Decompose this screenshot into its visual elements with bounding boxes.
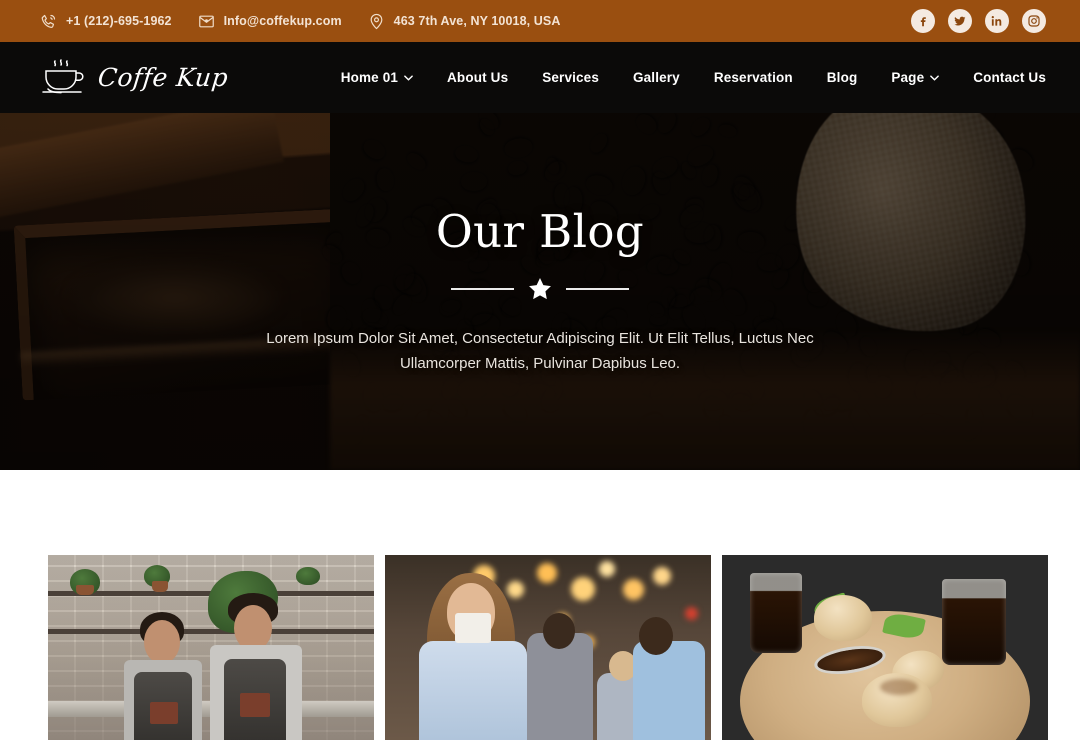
head bbox=[543, 613, 575, 649]
nav-label: Gallery bbox=[632, 70, 680, 85]
blog-card-image-baristas bbox=[48, 555, 374, 740]
bokeh-light bbox=[507, 581, 524, 598]
nav-label: Page bbox=[891, 70, 925, 85]
title-divider bbox=[451, 276, 629, 302]
blog-card-grid bbox=[0, 555, 1080, 740]
address-text: 463 7th Ave, NY 10018, USA bbox=[393, 14, 561, 28]
nav-item-blog[interactable]: Blog bbox=[810, 70, 875, 85]
nav-item-gallery[interactable]: Gallery bbox=[616, 70, 697, 85]
nav-label: About Us bbox=[447, 70, 509, 85]
blog-card[interactable] bbox=[722, 555, 1048, 740]
social-links-group bbox=[911, 9, 1046, 33]
star-icon bbox=[529, 277, 551, 300]
topbar-address[interactable]: 463 7th Ave, NY 10018, USA bbox=[368, 13, 561, 30]
plant-pot bbox=[76, 585, 94, 595]
nav-item-about-us[interactable]: About Us bbox=[430, 70, 525, 85]
twitter-icon[interactable] bbox=[948, 9, 972, 33]
phone-icon bbox=[40, 13, 57, 30]
topbar-contact-group: +1 (212)-695-1962 Info@coffekup.com 463 … bbox=[40, 13, 560, 30]
linkedin-icon[interactable] bbox=[985, 9, 1009, 33]
bokeh-light bbox=[623, 579, 644, 600]
map-pin-icon bbox=[368, 13, 385, 30]
divider-line-left bbox=[451, 288, 514, 290]
pastry-top bbox=[814, 595, 872, 641]
bokeh-light bbox=[571, 577, 595, 601]
nav-item-reservation[interactable]: Reservation bbox=[697, 70, 810, 85]
blog-card-image-woman-coffee bbox=[385, 555, 711, 740]
nav-label: Blog bbox=[826, 70, 858, 85]
hero-content: Our Blog Lorem Ipsum Dolor Sit Amet, Con… bbox=[0, 113, 1080, 470]
nav-label: Contact Us bbox=[973, 70, 1046, 85]
chevron-down-icon bbox=[930, 74, 940, 81]
divider-line-right bbox=[566, 288, 629, 290]
espresso-glass-left bbox=[750, 573, 802, 653]
chevron-down-icon bbox=[404, 74, 413, 81]
bokeh-light bbox=[599, 561, 615, 577]
nav-label: Home 01 bbox=[340, 70, 399, 85]
barista-right bbox=[198, 593, 318, 740]
coffee-cup bbox=[455, 613, 491, 643]
man-background-left bbox=[527, 633, 593, 740]
coffee-cup-icon bbox=[40, 58, 87, 98]
blog-card[interactable] bbox=[48, 555, 374, 740]
phone-number-text: +1 (212)-695-1962 bbox=[66, 14, 172, 28]
man-background-right bbox=[633, 641, 705, 740]
cocoa-dust bbox=[880, 679, 918, 695]
hero-subtitle: Lorem Ipsum Dolor Sit Amet, Consectetur … bbox=[266, 330, 814, 372]
bokeh-light bbox=[537, 563, 557, 583]
nav-label: Reservation bbox=[713, 70, 793, 85]
nav-label: Services bbox=[542, 70, 599, 85]
plant bbox=[296, 567, 320, 585]
top-contact-bar: +1 (212)-695-1962 Info@coffekup.com 463 … bbox=[0, 0, 1080, 42]
bokeh-light bbox=[685, 607, 698, 620]
nav-item-contact-us[interactable]: Contact Us bbox=[956, 70, 1046, 85]
plant-pot bbox=[152, 581, 168, 592]
main-navigation-bar: Coffe Kup Home 01 About Us Services Gall… bbox=[0, 42, 1080, 113]
apron-pocket bbox=[150, 702, 178, 724]
facebook-icon[interactable] bbox=[911, 9, 935, 33]
nav-menu: Home 01 About Us Services Gallery Reserv… bbox=[324, 70, 1046, 85]
envelope-icon bbox=[198, 13, 215, 30]
topbar-email[interactable]: Info@coffekup.com bbox=[198, 13, 342, 30]
page-title: Our Blog bbox=[435, 205, 645, 258]
espresso-glass-right bbox=[942, 579, 1006, 665]
site-logo[interactable]: Coffe Kup bbox=[40, 58, 230, 98]
bokeh-light bbox=[653, 567, 671, 585]
apron-pocket bbox=[240, 693, 270, 717]
blog-card[interactable] bbox=[385, 555, 711, 740]
blog-card-image-espresso-pastries bbox=[722, 555, 1048, 740]
logo-text: Coffe Kup bbox=[96, 63, 230, 92]
woman-shirt bbox=[419, 641, 527, 740]
instagram-icon[interactable] bbox=[1022, 9, 1046, 33]
hero-banner: Our Blog Lorem Ipsum Dolor Sit Amet, Con… bbox=[0, 113, 1080, 470]
nav-item-services[interactable]: Services bbox=[525, 70, 616, 85]
nav-item-page[interactable]: Page bbox=[874, 70, 956, 85]
email-address-text: Info@coffekup.com bbox=[223, 14, 342, 28]
head bbox=[639, 617, 673, 655]
head bbox=[144, 620, 180, 664]
nav-item-home-01[interactable]: Home 01 bbox=[324, 70, 430, 85]
topbar-phone[interactable]: +1 (212)-695-1962 bbox=[40, 13, 172, 30]
blog-section bbox=[0, 470, 1080, 740]
